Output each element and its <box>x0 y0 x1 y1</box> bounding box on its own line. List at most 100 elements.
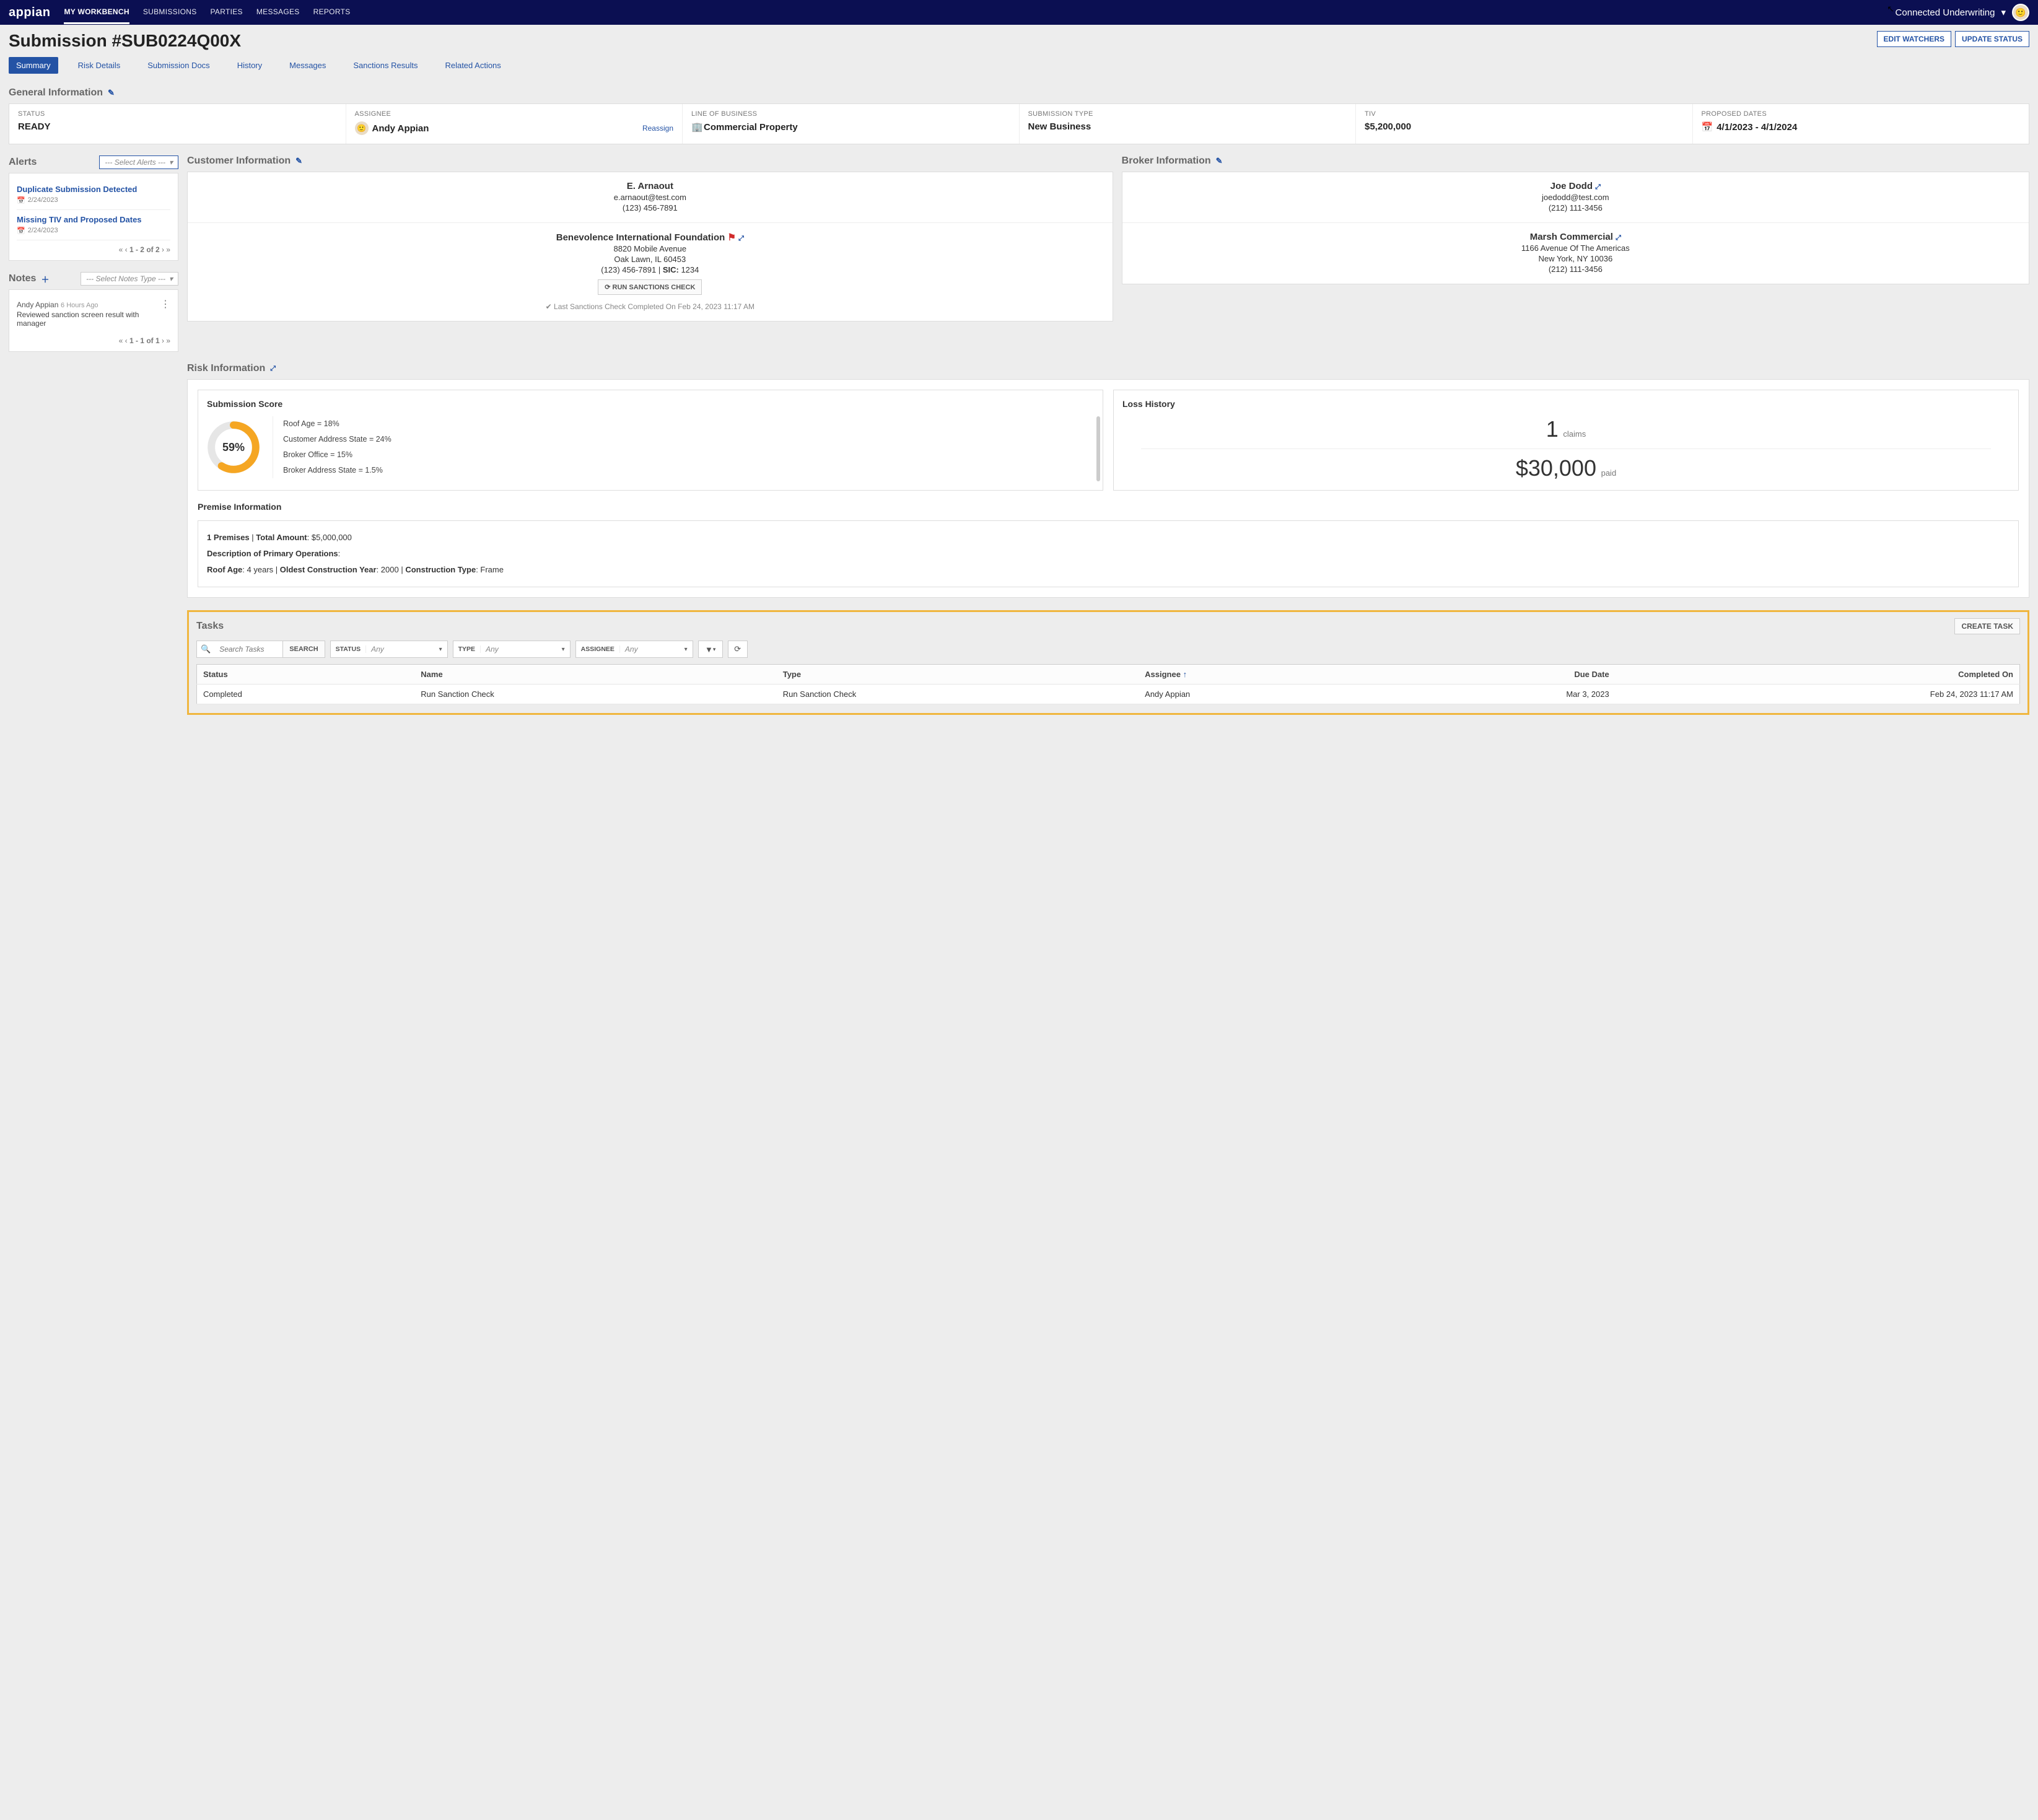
task-search-input[interactable] <box>214 641 282 657</box>
col-due[interactable]: Due Date <box>1382 665 1616 685</box>
nav-messages[interactable]: MESSAGES <box>256 1 300 24</box>
tenant-name[interactable]: Connected Underwriting <box>1896 7 1995 18</box>
logo: appian <box>9 6 50 20</box>
subtype-value: New Business <box>1028 121 1347 132</box>
loss-history-card: Loss History 1 claims $30,000 paid <box>1113 390 2019 491</box>
customer-contact-name: E. Arnaout <box>188 181 1113 191</box>
chevron-down-icon: ▾ <box>557 646 570 653</box>
claims-count: 1 <box>1546 416 1559 442</box>
tabs: Summary Risk Details Submission Docs His… <box>9 57 2029 74</box>
alert-item: Duplicate Submission Detected 📅2/24/2023 <box>17 180 170 210</box>
alert-title[interactable]: Missing TIV and Proposed Dates <box>17 215 170 224</box>
tab-risk-details[interactable]: Risk Details <box>71 57 128 74</box>
col-type[interactable]: Type <box>777 665 1139 685</box>
customer-contact-phone: (123) 456-7891 <box>188 203 1113 212</box>
col-completed[interactable]: Completed On <box>1616 665 2020 685</box>
page-title: Submission #SUB0224Q00X <box>9 31 241 51</box>
note-time: 6 Hours Ago <box>61 302 98 309</box>
external-link-icon[interactable]: ⤢ <box>270 365 276 373</box>
pencil-icon[interactable]: ✎ <box>295 156 302 166</box>
nav-my-workbench[interactable]: MY WORKBENCH <box>64 1 129 24</box>
notes-type-select[interactable]: --- Select Notes Type ---▾ <box>81 272 178 286</box>
calendar-icon: 📅 <box>17 196 25 204</box>
calendar-icon: 📅 <box>17 227 25 235</box>
building-icon: 🏢 <box>691 121 700 133</box>
alert-title[interactable]: Duplicate Submission Detected <box>17 185 170 194</box>
calendar-icon: 📅 <box>1702 121 1713 133</box>
plus-icon[interactable]: ＋ <box>41 273 49 285</box>
chevron-down-icon[interactable]: ▾ <box>2001 7 2006 18</box>
tiv-label: TIV <box>1365 110 1684 118</box>
lob-label: LINE OF BUSINESS <box>691 110 1010 118</box>
customer-contact-email: e.arnaout@test.com <box>188 193 1113 202</box>
update-status-button[interactable]: UPDATE STATUS <box>1955 31 2029 47</box>
customer-heading: Customer Information <box>187 155 291 167</box>
dates-value: 4/1/2023 - 4/1/2024 <box>1717 122 1797 133</box>
tab-history[interactable]: History <box>230 57 269 74</box>
note-author: Andy Appian <box>17 300 58 309</box>
nav-links: MY WORKBENCH SUBMISSIONS PARTIES MESSAGE… <box>64 1 350 24</box>
risk-card: Submission Score 59% Roof Age = 18% Cust… <box>187 379 2029 598</box>
top-nav: appian MY WORKBENCH SUBMISSIONS PARTIES … <box>0 0 2038 25</box>
tasks-heading: Tasks <box>196 621 224 632</box>
broker-card: Joe Dodd ⤢ joedodd@test.com (212) 111-34… <box>1122 172 2029 284</box>
alert-item: Missing TIV and Proposed Dates 📅2/24/202… <box>17 210 170 240</box>
pencil-icon[interactable]: ✎ <box>108 88 115 98</box>
tab-related-actions[interactable]: Related Actions <box>437 57 508 74</box>
tasks-panel: Tasks CREATE TASK 🔍 SEARCH STATUS Any ▾ … <box>187 610 2029 715</box>
score-donut: 59% <box>207 421 260 474</box>
scrollbar[interactable] <box>1096 416 1100 481</box>
tab-messages[interactable]: Messages <box>282 57 333 74</box>
nav-submissions[interactable]: SUBMISSIONS <box>143 1 197 24</box>
nav-parties[interactable]: PARTIES <box>211 1 243 24</box>
tiv-value: $5,200,000 <box>1365 121 1684 132</box>
avatar[interactable]: 🙂 <box>2012 4 2029 21</box>
refresh-icon: ⟳ <box>605 284 610 291</box>
reassign-link[interactable]: Reassign <box>642 124 673 133</box>
notes-pager[interactable]: « ‹ 1 - 1 of 1 › » <box>17 336 170 345</box>
broker-contact-name: Joe Dodd <box>1550 181 1593 191</box>
run-sanctions-button[interactable]: ⟳ RUN SANCTIONS CHECK <box>598 279 702 295</box>
filter-assignee[interactable]: ASSIGNEE Any ▾ <box>575 641 693 658</box>
tab-summary[interactable]: Summary <box>9 57 58 74</box>
col-status[interactable]: Status <box>197 665 415 685</box>
nav-reports[interactable]: REPORTS <box>313 1 351 24</box>
refresh-icon[interactable]: ⟳ <box>728 641 748 658</box>
chevron-down-icon: ▾ <box>680 646 693 653</box>
kebab-icon[interactable]: ⋮ <box>160 300 170 310</box>
alerts-select[interactable]: --- Select Alerts ---▾ <box>99 155 178 169</box>
score-factor-list: Roof Age = 18% Customer Address State = … <box>273 416 391 478</box>
general-info-heading: General Information ✎ <box>9 87 2029 98</box>
paid-amount: $30,000 <box>1516 455 1596 481</box>
external-link-icon[interactable]: ⤢ <box>1616 234 1621 242</box>
score-value: 59% <box>207 421 260 474</box>
chevron-down-icon: ▾ <box>169 158 173 167</box>
col-assignee[interactable]: Assignee <box>1139 665 1381 685</box>
check-icon: ✔ <box>546 302 552 311</box>
customer-card: E. Arnaout e.arnaout@test.com (123) 456-… <box>187 172 1113 322</box>
flag-icon: ⚑ <box>727 232 735 243</box>
customer-org-name: Benevolence International Foundation <box>556 232 725 243</box>
external-link-icon[interactable]: ⤢ <box>738 235 744 242</box>
edit-watchers-button[interactable]: EDIT WATCHERS <box>1877 31 1951 47</box>
general-info-card: STATUS READY ASSIGNEE 🙂 Andy Appian Reas… <box>9 103 2029 144</box>
tab-sanctions-results[interactable]: Sanctions Results <box>346 57 425 74</box>
alerts-heading: Alerts <box>9 157 37 168</box>
premise-info: 1 Premises | Total Amount: $5,000,000 De… <box>198 520 2019 587</box>
external-link-icon[interactable]: ⤢ <box>1595 183 1601 191</box>
notes-heading: Notes <box>9 273 36 284</box>
tab-submission-docs[interactable]: Submission Docs <box>140 57 217 74</box>
avatar-icon: 🙂 <box>355 121 369 135</box>
alerts-pager[interactable]: « ‹ 1 - 2 of 2 › » <box>17 245 170 254</box>
filter-type[interactable]: TYPE Any ▾ <box>453 641 571 658</box>
create-task-button[interactable]: CREATE TASK <box>1954 618 2020 634</box>
tasks-table: Status Name Type Assignee Due Date Compl… <box>196 664 2020 704</box>
pencil-icon[interactable]: ✎ <box>1216 156 1223 166</box>
col-name[interactable]: Name <box>414 665 776 685</box>
filter-icon[interactable]: ▼▾ <box>698 641 723 658</box>
task-search-button[interactable]: SEARCH <box>282 641 324 657</box>
filter-status[interactable]: STATUS Any ▾ <box>330 641 448 658</box>
subtype-label: SUBMISSION TYPE <box>1028 110 1347 118</box>
status-label: STATUS <box>18 110 337 118</box>
chevron-down-icon: ▾ <box>434 646 447 653</box>
